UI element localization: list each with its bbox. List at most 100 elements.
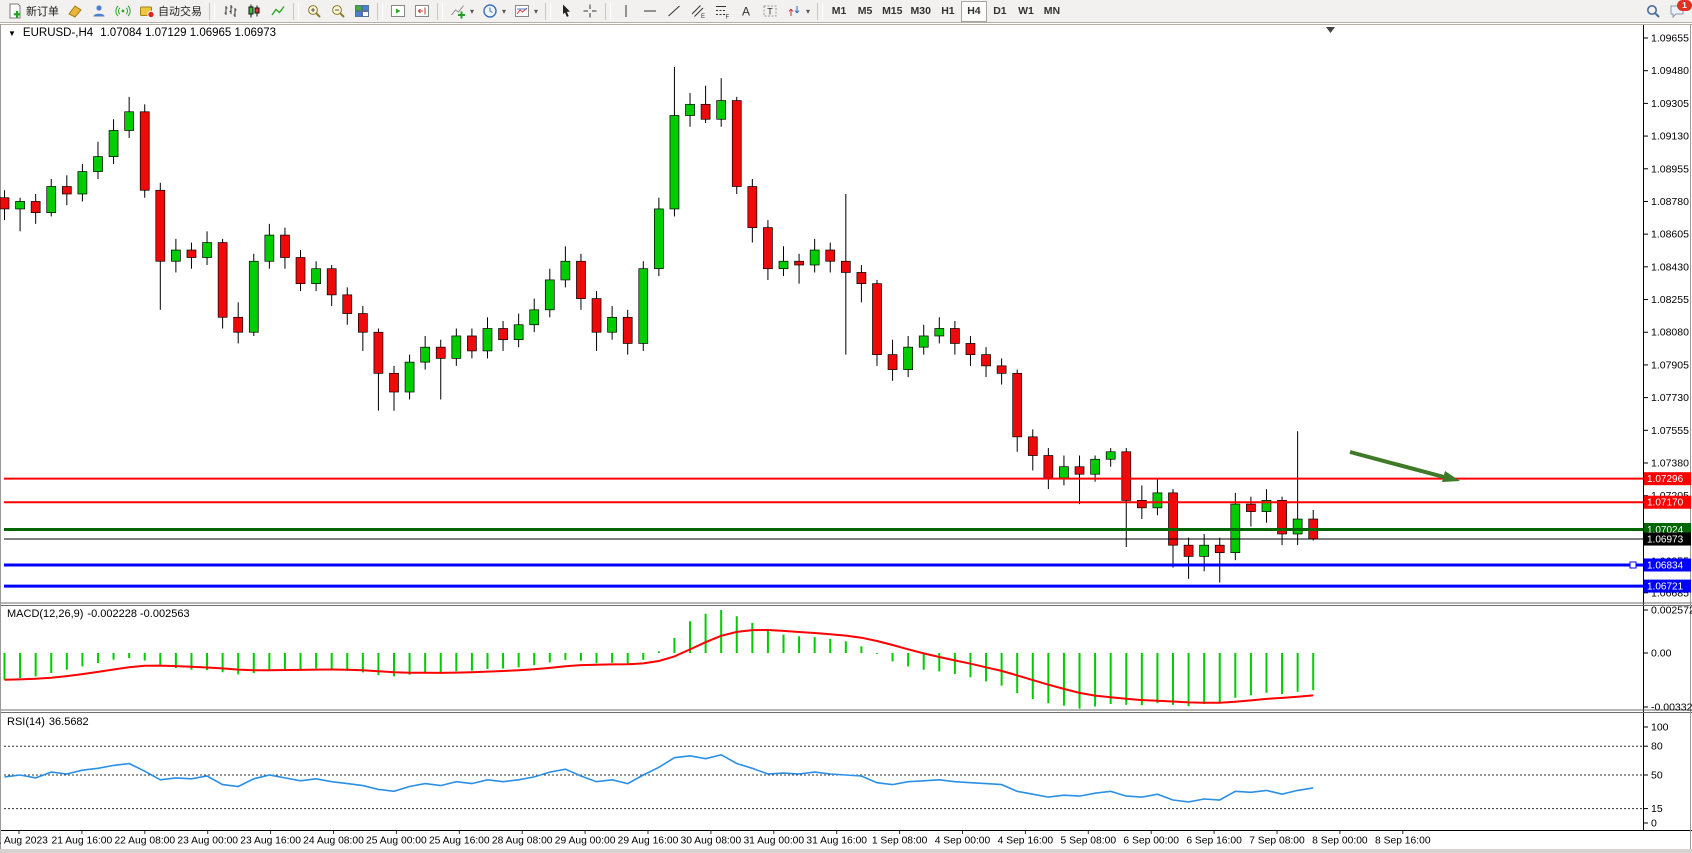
- indicators-icon: [450, 3, 466, 19]
- metaeditor-button[interactable]: [63, 1, 87, 22]
- crosshair-button[interactable]: [578, 1, 602, 22]
- rsi-indicator-label: RSI(14)36.5682: [7, 716, 89, 728]
- svg-text:24 Aug 08:00: 24 Aug 08:00: [303, 836, 364, 847]
- chart-title: ▼ EURUSD-,H4 1.07084 1.07129 1.06965 1.0…: [8, 27, 276, 39]
- svg-text:4 Sep 00:00: 4 Sep 00:00: [935, 836, 991, 847]
- autotrading-icon: [139, 3, 155, 19]
- svg-text:22 Aug 08:00: 22 Aug 08:00: [114, 836, 175, 847]
- svg-text:5 Sep 08:00: 5 Sep 08:00: [1061, 836, 1117, 847]
- toolbar-separator: [377, 3, 383, 20]
- svg-text:15: 15: [1651, 803, 1663, 815]
- svg-text:1.08955: 1.08955: [1651, 163, 1689, 175]
- dropdown-caret: ▾: [534, 7, 538, 16]
- arrows-button[interactable]: ▾: [782, 1, 814, 22]
- svg-text:23 Aug 00:00: 23 Aug 00:00: [177, 836, 238, 847]
- community-button[interactable]: [87, 1, 111, 22]
- dropdown-caret: ▾: [806, 7, 810, 16]
- svg-text:25 Aug 16:00: 25 Aug 16:00: [429, 836, 490, 847]
- equidistant-channel-icon: E: [690, 3, 706, 19]
- timeframe-m1[interactable]: M1: [826, 1, 852, 22]
- svg-text:21 Aug 2023: 21 Aug 2023: [0, 836, 48, 847]
- svg-text:1.08080: 1.08080: [1651, 327, 1689, 339]
- svg-text:0.002572: 0.002572: [1651, 605, 1692, 617]
- periods-button[interactable]: ▾: [478, 1, 510, 22]
- svg-text:29 Aug 16:00: 29 Aug 16:00: [618, 836, 679, 847]
- timeframe-h1[interactable]: H1: [935, 1, 961, 22]
- svg-text:25 Aug 00:00: 25 Aug 00:00: [366, 836, 427, 847]
- text-label-button[interactable]: T: [758, 1, 782, 22]
- search-button[interactable]: [1641, 1, 1665, 22]
- toolbar-separator: [437, 3, 443, 20]
- tile-windows-icon: [354, 3, 370, 19]
- channel-button[interactable]: E: [686, 1, 710, 22]
- svg-text:29 Aug 00:00: 29 Aug 00:00: [555, 836, 616, 847]
- svg-text:0: 0: [1651, 818, 1657, 830]
- zoom-out-icon: [330, 3, 346, 19]
- text-button[interactable]: A: [734, 1, 758, 22]
- svg-text:100: 100: [1651, 722, 1669, 734]
- svg-text:1.07170: 1.07170: [1647, 498, 1684, 509]
- svg-text:6 Sep 00:00: 6 Sep 00:00: [1123, 836, 1179, 847]
- timeframe-w1[interactable]: W1: [1013, 1, 1039, 22]
- svg-text:1.09655: 1.09655: [1651, 33, 1689, 45]
- svg-text:0.00: 0.00: [1651, 648, 1672, 660]
- new-order-button[interactable]: 新订单: [3, 1, 63, 22]
- timeframe-m15[interactable]: M15: [878, 1, 906, 22]
- timeframe-m5[interactable]: M5: [852, 1, 878, 22]
- autotrading-label: 自动交易: [158, 3, 202, 19]
- zoom-in-icon: [306, 3, 322, 19]
- line-chart-icon: [270, 3, 286, 19]
- svg-text:1.06973: 1.06973: [1647, 535, 1684, 546]
- templates-button[interactable]: ▾: [510, 1, 542, 22]
- signals-button[interactable]: [111, 1, 135, 22]
- svg-text:1.08255: 1.08255: [1651, 294, 1689, 306]
- svg-text:31 Aug 00:00: 31 Aug 00:00: [743, 836, 804, 847]
- svg-text:1.07296: 1.07296: [1647, 474, 1684, 485]
- svg-text:7 Sep 08:00: 7 Sep 08:00: [1249, 836, 1305, 847]
- chart-canvas[interactable]: 1.096551.094801.093051.091301.089551.087…: [0, 0, 1692, 853]
- svg-text:1.08605: 1.08605: [1651, 229, 1689, 241]
- zoom-out-button[interactable]: [326, 1, 350, 22]
- svg-text:-0.003326: -0.003326: [1651, 702, 1692, 714]
- timeframe-d1[interactable]: D1: [987, 1, 1013, 22]
- cursor-button[interactable]: [554, 1, 578, 22]
- svg-text:1.06834: 1.06834: [1647, 560, 1684, 571]
- chart-candles-button[interactable]: [242, 1, 266, 22]
- text-icon: A: [738, 3, 754, 19]
- notification-badge[interactable]: 1: [1677, 0, 1692, 11]
- macd-indicator-label: MACD(12,26,9)-0.002228 -0.002563: [7, 608, 190, 620]
- chart-symbol-period: EURUSD-,H4: [23, 27, 93, 39]
- chart-menu-caret[interactable]: ▼: [8, 29, 16, 38]
- vertical-line-button[interactable]: [614, 1, 638, 22]
- timeframe-m30[interactable]: M30: [907, 1, 935, 22]
- trendline-button[interactable]: [662, 1, 686, 22]
- auto-scroll-icon: [390, 3, 406, 19]
- chart-bars-button[interactable]: [218, 1, 242, 22]
- svg-text:80: 80: [1651, 741, 1663, 753]
- autotrading-button[interactable]: 自动交易: [135, 1, 206, 22]
- trendline-icon: [666, 3, 682, 19]
- line-drag-handle[interactable]: [1630, 562, 1636, 568]
- timeframe-mn[interactable]: MN: [1039, 1, 1065, 22]
- tile-windows-button[interactable]: [350, 1, 374, 22]
- svg-text:4 Sep 16:00: 4 Sep 16:00: [998, 836, 1054, 847]
- zoom-in-button[interactable]: [302, 1, 326, 22]
- svg-text:1.09305: 1.09305: [1651, 98, 1689, 110]
- community-icon: [91, 3, 107, 19]
- svg-text:1.07380: 1.07380: [1651, 457, 1689, 469]
- svg-text:21 Aug 16:00: 21 Aug 16:00: [52, 836, 113, 847]
- indicators-button[interactable]: ▾: [446, 1, 478, 22]
- timeframe-h4[interactable]: H4: [961, 1, 987, 22]
- rsi-value: 36.5682: [49, 716, 89, 728]
- chart-shift-button[interactable]: [410, 1, 434, 22]
- new-order-icon: [7, 3, 23, 19]
- svg-text:31 Aug 16:00: 31 Aug 16:00: [806, 836, 867, 847]
- fibonacci-button[interactable]: F: [710, 1, 734, 22]
- macd-name: MACD(12,26,9): [7, 608, 83, 620]
- main-toolbar: 新订单 自动交易: [0, 0, 1692, 23]
- chart-line-button[interactable]: [266, 1, 290, 22]
- horizontal-line-button[interactable]: [638, 1, 662, 22]
- auto-scroll-button[interactable]: [386, 1, 410, 22]
- svg-text:1 Sep 08:00: 1 Sep 08:00: [872, 836, 928, 847]
- toolbar-separator: [545, 3, 551, 20]
